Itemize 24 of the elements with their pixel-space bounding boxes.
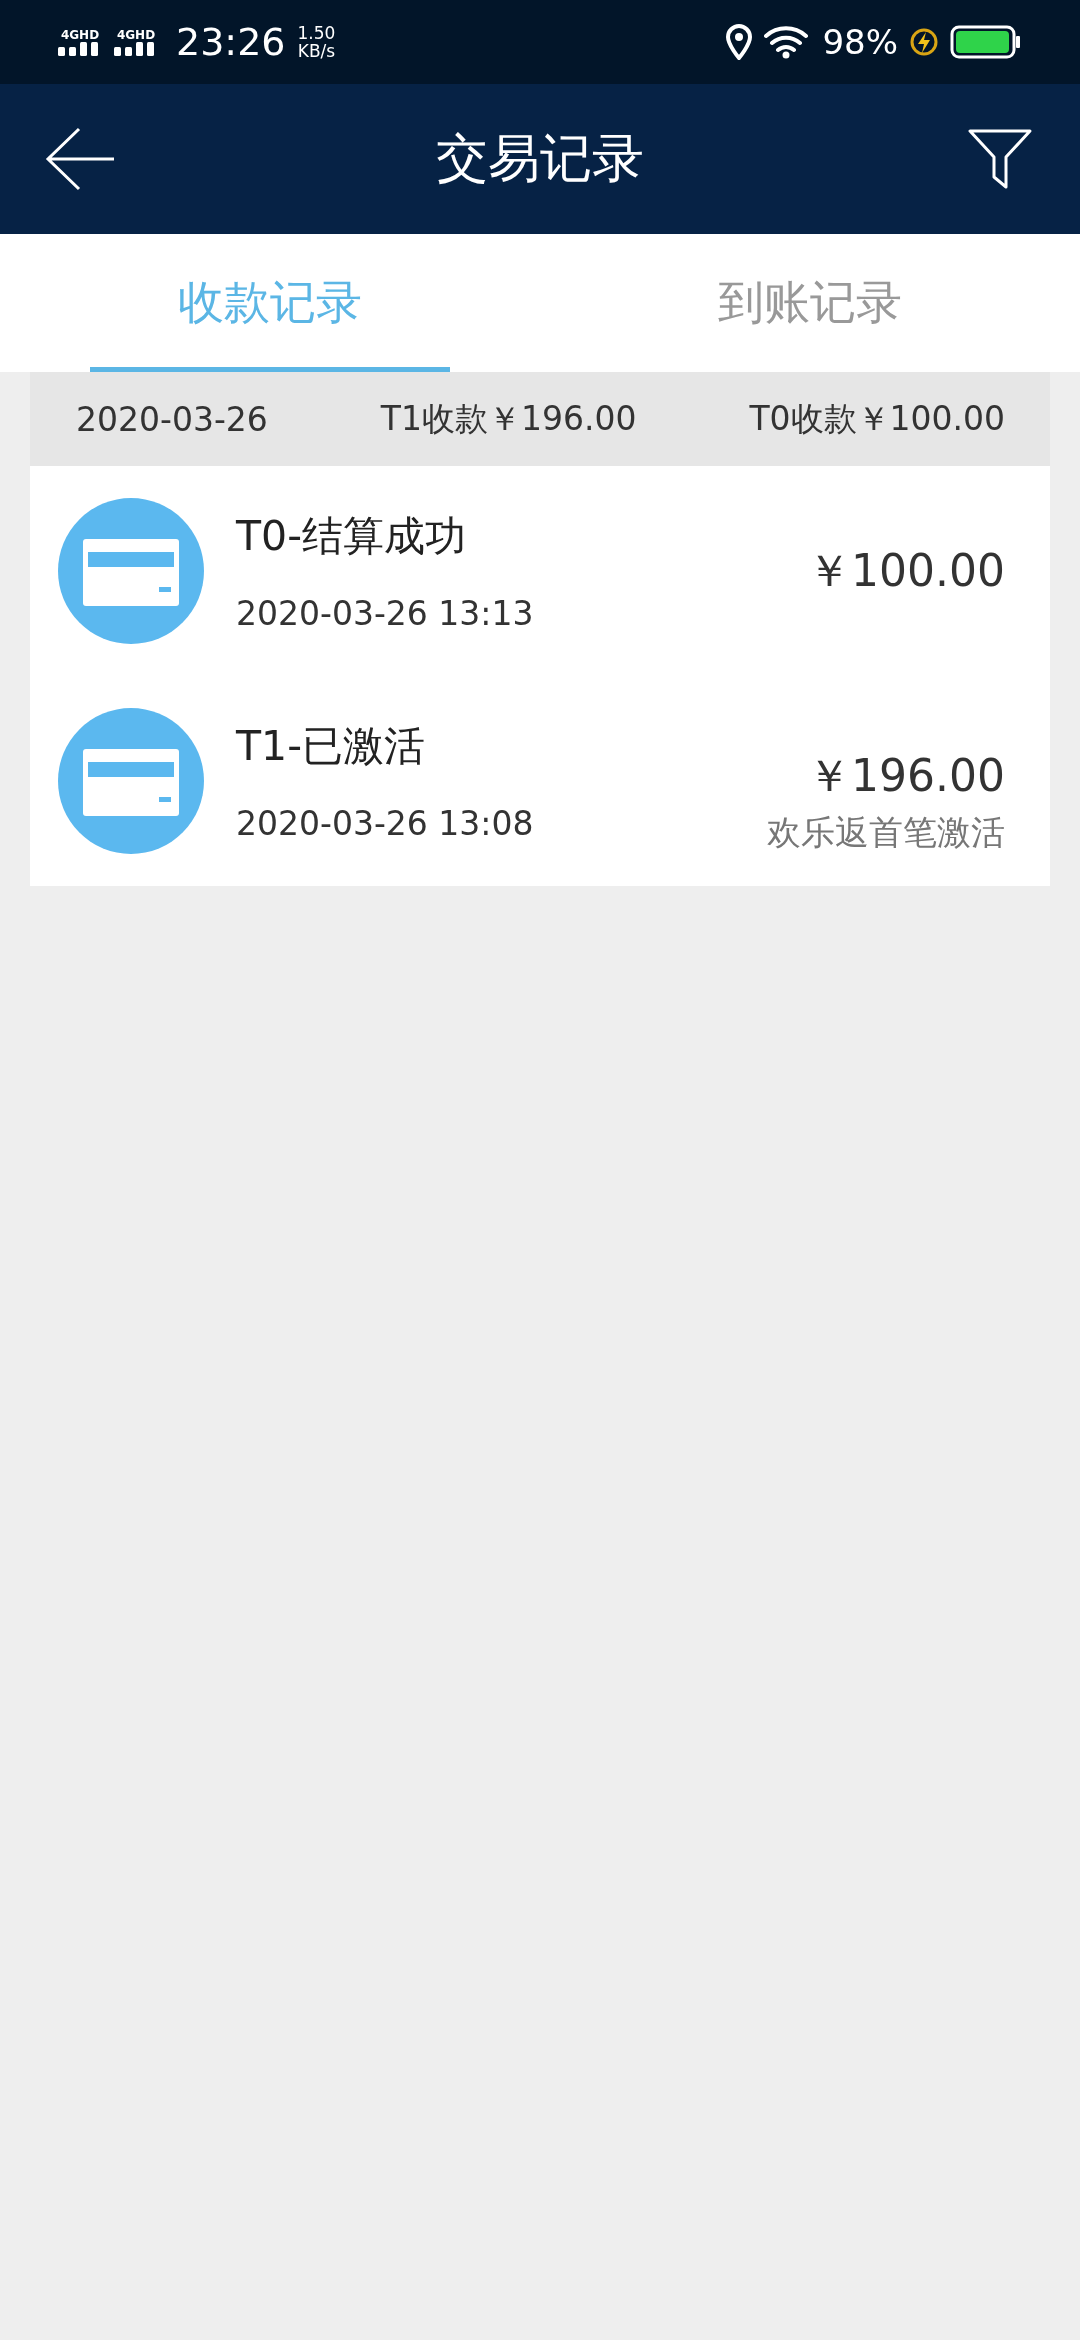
- page-title: 交易记录: [436, 127, 644, 190]
- transaction-title: T0-结算成功: [236, 511, 467, 562]
- transaction-time: 2020-03-26 13:08: [236, 804, 535, 843]
- t0-total: T0收款￥100.00: [749, 397, 1005, 440]
- battery-icon: [950, 25, 1022, 59]
- transaction-amount: ￥100.00: [807, 543, 1005, 598]
- network-label: 4GHD: [116, 28, 156, 42]
- tab[interactable]: 到账记录: [540, 234, 1080, 372]
- location-icon: [726, 24, 753, 60]
- card-icon: [58, 498, 204, 644]
- transaction-time: 2020-03-26 13:13: [236, 594, 535, 633]
- transaction-note: 欢乐返首笔激活: [767, 810, 1005, 854]
- network-speed: 1.50: [297, 24, 336, 42]
- summary-date: 2020-03-26: [76, 399, 268, 439]
- tab[interactable]: 收款记录: [0, 234, 540, 372]
- t1-total: T1收款￥196.00: [380, 397, 637, 440]
- speed-unit: KB/s: [297, 42, 336, 60]
- network-label: 4GHD: [60, 28, 100, 42]
- battery-percent: 98%: [822, 22, 898, 62]
- clock-time: 23:26: [176, 20, 286, 64]
- transaction-amount: ￥196.00: [807, 748, 1005, 803]
- card-icon: [58, 708, 204, 854]
- transaction-title: T1-已激活: [236, 721, 426, 772]
- wifi-icon: [764, 25, 811, 59]
